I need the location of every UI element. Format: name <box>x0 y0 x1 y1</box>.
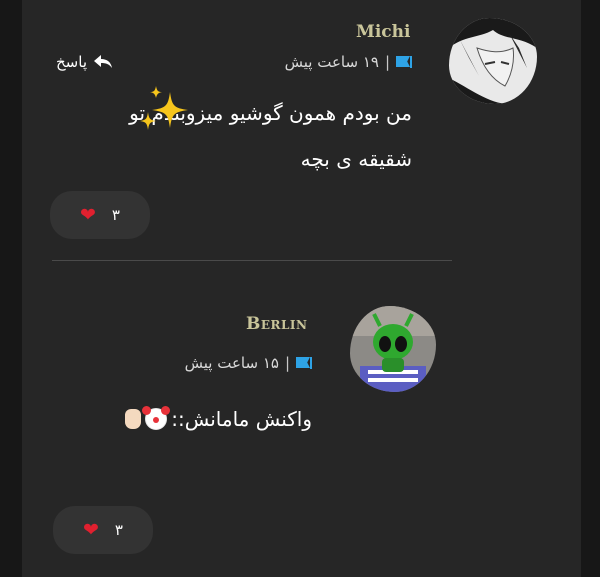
reaction-button[interactable]: ❤ ۳ <box>50 191 150 239</box>
timestamp: ۱۹ ساعت پیش <box>284 53 379 71</box>
heart-icon: ❤ <box>80 203 96 226</box>
username[interactable]: Michi <box>356 22 410 42</box>
flag-icon[interactable] <box>296 357 312 369</box>
heart-icon: ❤ <box>83 518 99 541</box>
reaction-count: ۳ <box>114 521 123 539</box>
comment-text: واکنش مامانش:: <box>72 396 312 442</box>
reaction-button[interactable]: ❤ ۳ <box>53 506 153 554</box>
sparkles-icon <box>140 86 188 130</box>
reaction-count: ۳ <box>111 206 120 224</box>
comment-line: من بودم همون گوشیو میزوبندم تو <box>129 101 412 125</box>
meta-separator: | <box>284 354 290 372</box>
raised-hand-icon <box>125 409 142 429</box>
username[interactable]: Berlin <box>246 314 308 334</box>
comment-line: واکنش مامانش:: <box>171 407 312 431</box>
comment-divider <box>52 260 452 261</box>
reply-arrow-icon <box>94 55 112 68</box>
comment-text: من بودم همون گوشیو میزوبندم تو شقیقه ی ب… <box>72 90 412 182</box>
comment-meta: | ۱۹ ساعت پیش <box>285 53 412 71</box>
comment-line: شقیقه ی بچه <box>300 147 412 171</box>
timestamp: ۱۵ ساعت پیش <box>184 354 279 372</box>
flag-icon[interactable] <box>396 56 412 68</box>
reply-button[interactable]: پاسخ <box>56 53 113 71</box>
comment-meta: | ۱۵ ساعت پیش <box>185 354 312 372</box>
meta-separator: | <box>384 53 390 71</box>
clown-face-icon <box>142 406 171 430</box>
reply-label: پاسخ <box>56 53 87 71</box>
